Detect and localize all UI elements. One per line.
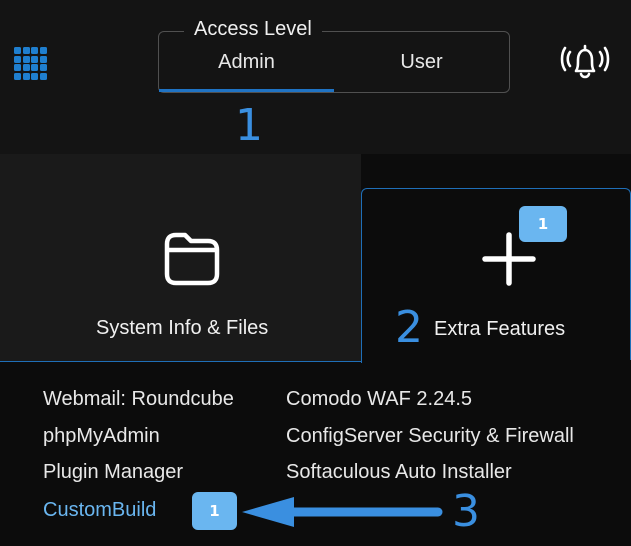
feature-softaculous[interactable]: Softaculous Auto Installer	[286, 460, 512, 484]
step-number-2: 2	[395, 302, 423, 353]
feature-configserver-firewall[interactable]: ConfigServer Security & Firewall	[286, 424, 574, 448]
grid-apps-icon[interactable]	[14, 47, 48, 81]
annotation-arrow	[242, 497, 443, 527]
step-number-1: 1	[235, 100, 263, 151]
bell-ringing-icon[interactable]	[560, 40, 610, 84]
tab-user[interactable]: User	[334, 32, 509, 92]
folder-icon	[164, 232, 220, 286]
feature-webmail-roundcube[interactable]: Webmail: Roundcube	[43, 387, 234, 411]
active-tab-underline	[159, 89, 334, 92]
tab-extra-features-mask	[362, 360, 631, 364]
feature-custombuild[interactable]: CustomBuild	[43, 498, 156, 522]
feature-comodo-waf[interactable]: Comodo WAF 2.24.5	[286, 387, 472, 411]
extra-features-badge: 1	[519, 206, 567, 242]
tab-extra-features-label: Extra Features	[434, 318, 566, 340]
custombuild-badge: 1	[192, 492, 237, 530]
feature-plugin-manager[interactable]: Plugin Manager	[43, 460, 183, 484]
tab-system-info-files-label: System Info & Files	[96, 317, 269, 339]
tab-admin[interactable]: Admin	[159, 32, 334, 92]
step-number-3: 3	[452, 486, 480, 537]
feature-phpmyadmin[interactable]: phpMyAdmin	[43, 424, 160, 448]
